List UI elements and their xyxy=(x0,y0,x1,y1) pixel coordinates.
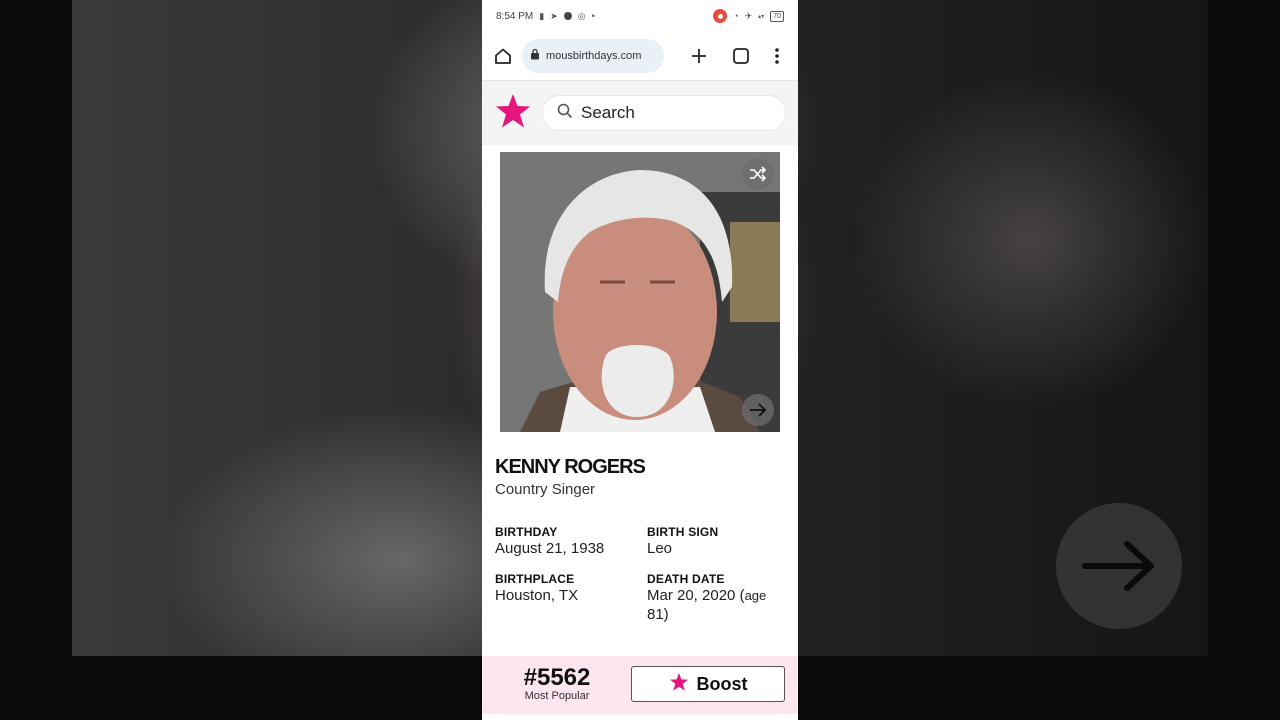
death-date-value: Mar 20, 2020 (age 81) xyxy=(647,586,787,624)
home-icon[interactable] xyxy=(494,47,512,65)
profile-photo xyxy=(500,152,780,432)
arrow-right-icon[interactable] xyxy=(742,394,774,426)
lock-icon xyxy=(530,47,540,65)
screen-record-icon xyxy=(713,9,728,23)
browser-toolbar: mousbirthdays.com xyxy=(482,32,798,81)
airplane-icon: ✈ xyxy=(744,10,753,21)
rank-caption: Most Popular xyxy=(524,690,590,702)
battery-icon: 70 xyxy=(770,10,784,22)
search-icon xyxy=(557,103,573,124)
status-time: 8:54 PM xyxy=(496,10,534,22)
phone-screen: 8:54 PM ▮ ➤ ◎ • ◔ ✈ ▴▾ 70 mousbirthdays.… xyxy=(482,0,798,720)
rank-number: #5562 xyxy=(523,664,591,691)
birthday-label: BIRTHDAY xyxy=(495,525,558,539)
search-input[interactable]: Search xyxy=(542,95,786,131)
tabs-icon[interactable] xyxy=(732,47,750,65)
popularity-rank: #5562 Most Popular xyxy=(512,664,602,703)
boost-label: Boost xyxy=(696,673,748,694)
age-number: 81) xyxy=(647,606,669,623)
birth-sign-value[interactable]: Leo xyxy=(647,539,672,558)
birthplace-label: BIRTHPLACE xyxy=(495,572,575,586)
shuffle-icon[interactable] xyxy=(742,158,774,190)
status-bar: 8:54 PM ▮ ➤ ◎ • ◔ ✈ ▴▾ 70 xyxy=(482,0,798,32)
telegram-icon: ➤ xyxy=(550,10,558,21)
site-header: Search xyxy=(482,81,798,145)
birthplace-value[interactable]: Houston, TX xyxy=(495,586,578,605)
plus-icon[interactable] xyxy=(690,47,708,65)
celebrity-name: KENNY ROGERS xyxy=(495,456,646,478)
star-icon xyxy=(669,672,689,697)
age-word: age xyxy=(744,588,767,603)
wifi-icon: ◔ xyxy=(733,11,739,21)
birth-sign-label: BIRTH SIGN xyxy=(647,525,719,539)
death-date: Mar 20, 2020 xyxy=(647,587,736,604)
network-speed-icon: ▴▾ xyxy=(758,13,765,20)
next-arrow-icon xyxy=(1056,503,1182,629)
birthday-value[interactable]: August 21, 1938 xyxy=(495,539,604,558)
notification-icon: ▮ xyxy=(539,10,545,21)
popularity-footer: #5562 Most Popular Boost xyxy=(482,656,798,714)
address-bar[interactable]: mousbirthdays.com xyxy=(522,39,664,73)
boost-button[interactable]: Boost xyxy=(631,666,785,702)
facebook-icon xyxy=(563,12,572,20)
star-logo-icon[interactable] xyxy=(494,92,532,135)
more-notifications-icon: • xyxy=(591,11,595,21)
url-text: mousbirthdays.com xyxy=(546,50,642,62)
app-icon: ◎ xyxy=(577,10,586,21)
more-vert-icon[interactable] xyxy=(768,47,786,65)
search-placeholder: Search xyxy=(581,103,635,122)
occupation: Country Singer xyxy=(495,481,596,498)
death-date-label: DEATH DATE xyxy=(647,572,725,586)
